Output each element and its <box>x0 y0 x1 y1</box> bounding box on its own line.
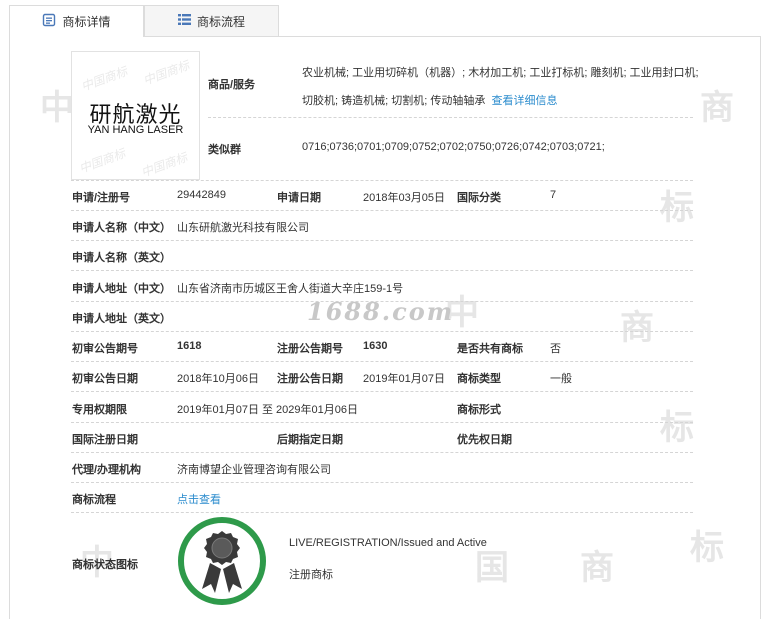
divider <box>208 117 693 118</box>
reg-no-value: 29442849 <box>177 189 226 201</box>
agent-label: 代理/办理机构 <box>72 464 142 476</box>
shared-value: 否 <box>550 343 561 355</box>
intl-reg-date-label: 国际注册日期 <box>72 434 138 446</box>
prelim-issue-value: 1618 <box>177 340 202 352</box>
address-en-label: 申请人地址（英文） <box>72 313 171 325</box>
address-cn-value: 山东省济南市历城区王舍人街道大辛庄159-1号 <box>177 283 404 295</box>
prelim-date-label: 初审公告日期 <box>72 373 138 385</box>
goods-value: 农业机械; 工业用切碎机（机器）; 木材加工机; 工业打标机; 雕刻机; 工业用… <box>302 59 702 115</box>
divider <box>71 210 693 211</box>
watermark-char: 标 <box>660 188 696 228</box>
watermark-char: 商 <box>700 88 736 128</box>
logo-watermark: 中国商标 <box>79 64 130 94</box>
similar-group-label: 类似群 <box>208 144 241 156</box>
status-badge <box>178 517 266 605</box>
reg-date-label: 注册公告日期 <box>277 373 343 385</box>
prelim-issue-label: 初审公告期号 <box>72 343 138 355</box>
process-view-link[interactable]: 点击查看 <box>177 491 221 507</box>
divider <box>71 361 693 362</box>
reg-date-value: 2019年01月07日 <box>363 373 445 385</box>
award-ribbon-icon <box>196 529 248 598</box>
divider <box>71 482 693 483</box>
list-icon <box>177 13 191 29</box>
applicant-cn-label: 申请人名称（中文） <box>72 222 171 234</box>
status-cn-text: 注册商标 <box>289 569 333 581</box>
tab-label: 商标详情 <box>62 15 111 29</box>
exclusive-label: 专用权期限 <box>72 404 127 416</box>
reg-issue-value: 1630 <box>363 340 388 352</box>
shared-label: 是否共有商标 <box>457 343 523 355</box>
applicant-cn-value: 山东研航激光科技有限公司 <box>177 222 309 234</box>
divider <box>71 240 693 241</box>
address-cn-label: 申请人地址（中文） <box>72 283 171 295</box>
reg-no-label: 申请/注册号 <box>72 192 131 204</box>
tab-bar: 商标详情 商标流程 <box>9 5 279 37</box>
prelim-date-value: 2018年10月06日 <box>177 373 259 385</box>
divider <box>71 391 693 392</box>
goods-label: 商品/服务 <box>208 79 256 91</box>
tm-type-label: 商标类型 <box>457 373 501 385</box>
logo-sub-text: YAN HANG LASER <box>87 124 184 136</box>
divider <box>71 422 693 423</box>
process-label: 商标流程 <box>72 494 116 506</box>
divider <box>71 331 693 332</box>
status-en-text: LIVE/REGISTRATION/Issued and Active <box>289 537 487 549</box>
divider <box>71 512 693 513</box>
divider <box>71 270 693 271</box>
intl-class-value: 7 <box>550 189 557 201</box>
document-icon <box>42 13 56 30</box>
exclusive-value: 2019年01月07日 至 2029年01月06日 <box>177 404 358 416</box>
watermark-char: 标 <box>690 528 726 568</box>
reg-issue-label: 注册公告期号 <box>277 343 343 355</box>
logo-watermark: 中国商标 <box>141 58 192 88</box>
priority-date-label: 优先权日期 <box>457 434 512 446</box>
trademark-image: 中国商标 中国商标 中国商标 中国商标 研航激光 YAN HANG LASER <box>71 51 200 180</box>
divider <box>71 180 693 181</box>
tab-trademark-details[interactable]: 商标详情 <box>9 5 144 37</box>
tab-trademark-process[interactable]: 商标流程 <box>144 5 279 36</box>
logo-watermark: 中国商标 <box>139 150 190 180</box>
watermark-char: 标 <box>660 408 696 448</box>
later-date-label: 后期指定日期 <box>277 434 343 446</box>
divider <box>71 452 693 453</box>
tm-form-label: 商标形式 <box>457 404 501 416</box>
apply-date-label: 申请日期 <box>277 192 321 204</box>
site-watermark: 1688.com <box>307 297 455 326</box>
watermark-char: 商 <box>580 548 616 588</box>
apply-date-value: 2018年03月05日 <box>363 192 445 204</box>
watermark-char: 商 <box>620 308 656 348</box>
applicant-en-label: 申请人名称（英文） <box>72 252 171 264</box>
similar-group-value: 0716;0736;0701;0709;0752;0702;0750;0726;… <box>302 141 605 153</box>
status-label: 商标状态图标 <box>72 559 138 571</box>
view-details-link[interactable]: 查看详细信息 <box>491 95 557 107</box>
tm-type-value: 一般 <box>550 373 572 385</box>
logo-watermark: 中国商标 <box>77 146 128 176</box>
agent-value: 济南博望企业管理咨询有限公司 <box>177 464 331 476</box>
intl-class-label: 国际分类 <box>457 192 501 204</box>
tab-label: 商标流程 <box>196 14 245 29</box>
